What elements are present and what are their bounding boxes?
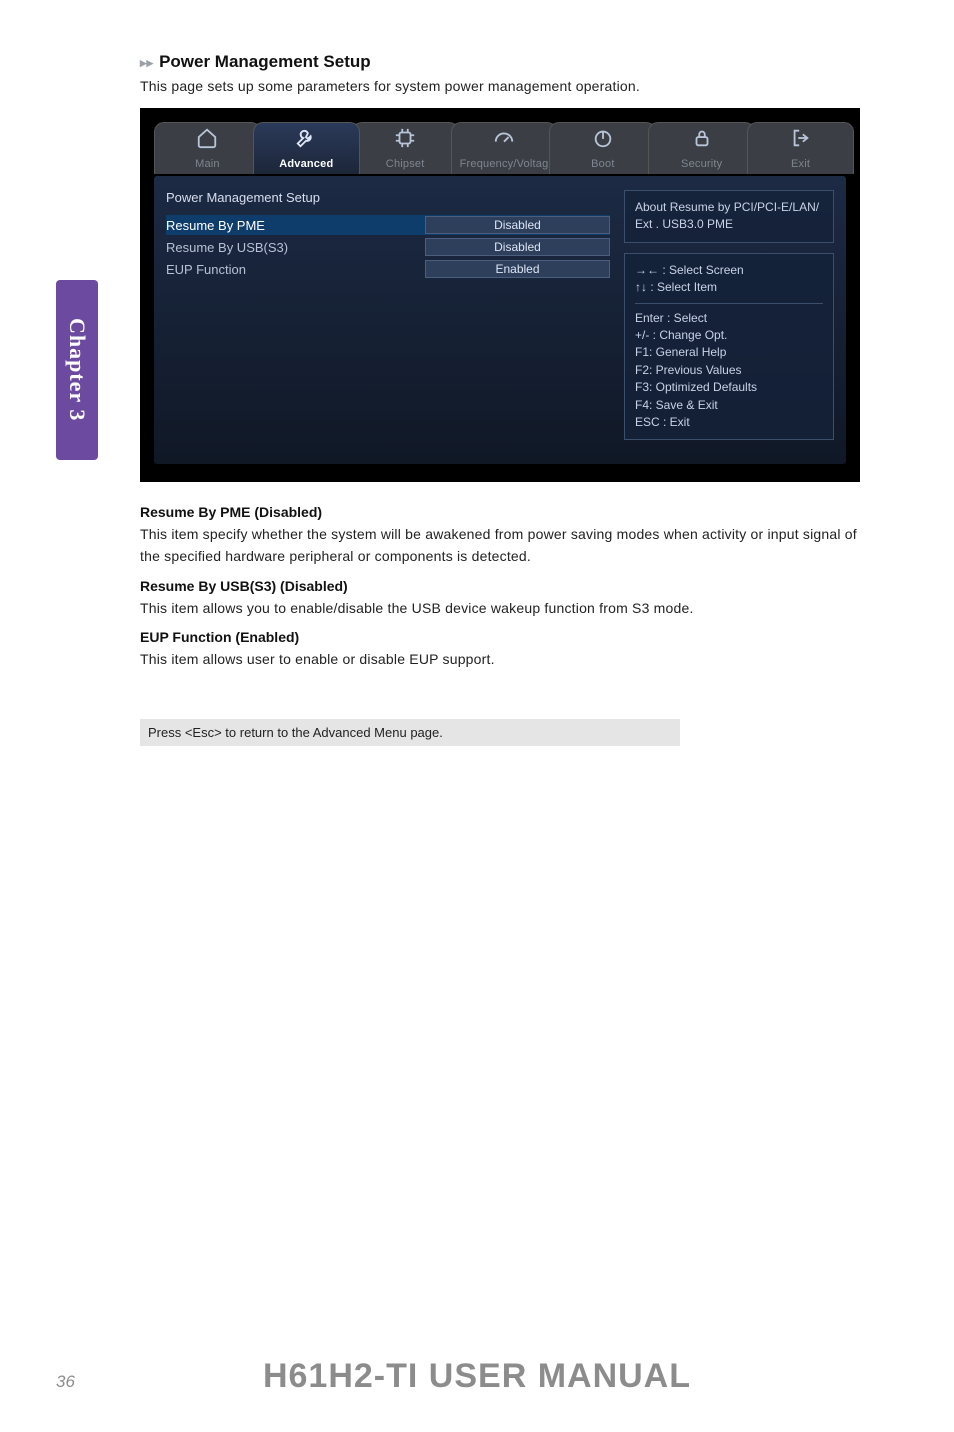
tab-label: Exit xyxy=(791,156,810,174)
section-heading-text: Power Management Setup xyxy=(159,52,371,72)
footer: H61H2-TI USER MANUAL xyxy=(0,1357,954,1396)
bios-left-pane: Power Management Setup Resume By PME Dis… xyxy=(166,190,610,440)
bios-window: Main Advanced Chipset xyxy=(140,108,860,482)
bios-body: Power Management Setup Resume By PME Dis… xyxy=(154,176,846,464)
tab-advanced[interactable]: Advanced xyxy=(253,122,360,174)
setting-resume-usb[interactable]: Resume By USB(S3) Disabled xyxy=(166,237,610,257)
help-line: F2: Previous Values xyxy=(635,362,823,379)
help-line: F1: General Help xyxy=(635,344,823,361)
setting-value[interactable]: Disabled xyxy=(425,238,610,256)
description-block: Resume By PME (Disabled) This item speci… xyxy=(140,504,860,567)
setting-label: Resume By USB(S3) xyxy=(166,240,425,255)
tab-boot[interactable]: Boot xyxy=(549,122,656,174)
description-text: This item allows you to enable/disable t… xyxy=(140,598,860,620)
description-text: This item specify whether the system wil… xyxy=(140,524,860,567)
description-heading: Resume By PME (Disabled) xyxy=(140,504,860,520)
tab-label: Advanced xyxy=(279,156,333,174)
setting-label: EUP Function xyxy=(166,262,425,277)
help-divider xyxy=(635,303,823,304)
tab-label: Boot xyxy=(591,156,614,174)
chapter-tab-label: Chapter 3 xyxy=(64,318,90,421)
description-heading: EUP Function (Enabled) xyxy=(140,629,860,645)
tab-label: Frequency/Voltag xyxy=(460,156,549,174)
help-line: F3: Optimized Defaults xyxy=(635,379,823,396)
tab-exit[interactable]: Exit xyxy=(747,122,854,174)
exit-icon xyxy=(748,127,853,149)
tab-frequency[interactable]: Frequency/Voltag xyxy=(451,122,558,174)
help-line: ↑↓ : Select Item xyxy=(635,279,823,296)
section-lead: This page sets up some parameters for sy… xyxy=(140,78,860,94)
setting-resume-pme[interactable]: Resume By PME Disabled xyxy=(166,215,610,235)
tab-security[interactable]: Security xyxy=(648,122,755,174)
setting-label: Resume By PME xyxy=(166,218,425,233)
description-block: Resume By USB(S3) (Disabled) This item a… xyxy=(140,578,860,620)
double-arrow-icon: ▸▸ xyxy=(140,56,153,69)
tab-main[interactable]: Main xyxy=(154,122,261,174)
help-line: →← : Select Screen xyxy=(635,262,823,279)
lock-icon xyxy=(649,127,754,149)
tab-label: Security xyxy=(681,156,722,174)
bios-help-box: →← : Select Screen ↑↓ : Select Item Ente… xyxy=(624,253,834,441)
return-note: Press <Esc> to return to the Advanced Me… xyxy=(140,719,680,746)
wrench-icon xyxy=(254,127,359,149)
power-icon xyxy=(550,127,655,149)
chip-icon xyxy=(353,127,458,149)
bios-about-box: About Resume by PCI/PCI-E/LAN/ Ext . USB… xyxy=(624,190,834,243)
help-line: Enter : Select xyxy=(635,310,823,327)
page-number: 36 xyxy=(56,1372,75,1392)
gauge-icon xyxy=(452,127,557,149)
bios-tab-row: Main Advanced Chipset xyxy=(154,122,846,174)
chapter-tab: Chapter 3 xyxy=(56,280,98,460)
bios-group-title: Power Management Setup xyxy=(166,190,610,205)
help-line: ESC : Exit xyxy=(635,414,823,431)
description-heading: Resume By USB(S3) (Disabled) xyxy=(140,578,860,594)
home-icon xyxy=(155,127,260,149)
help-line: F4: Save & Exit xyxy=(635,397,823,414)
section-heading: ▸▸ Power Management Setup xyxy=(140,52,860,72)
help-line: +/- : Change Opt. xyxy=(635,327,823,344)
description-text: This item allows user to enable or disab… xyxy=(140,649,860,671)
setting-value[interactable]: Disabled xyxy=(425,216,610,234)
tab-label: Main xyxy=(195,156,220,174)
setting-eup[interactable]: EUP Function Enabled xyxy=(166,259,610,279)
description-block: EUP Function (Enabled) This item allows … xyxy=(140,629,860,671)
bios-right-pane: About Resume by PCI/PCI-E/LAN/ Ext . USB… xyxy=(624,190,834,440)
manual-title: H61H2-TI USER MANUAL xyxy=(0,1357,954,1396)
tab-chipset[interactable]: Chipset xyxy=(352,122,459,174)
tab-label: Chipset xyxy=(386,156,425,174)
setting-value[interactable]: Enabled xyxy=(425,260,610,278)
